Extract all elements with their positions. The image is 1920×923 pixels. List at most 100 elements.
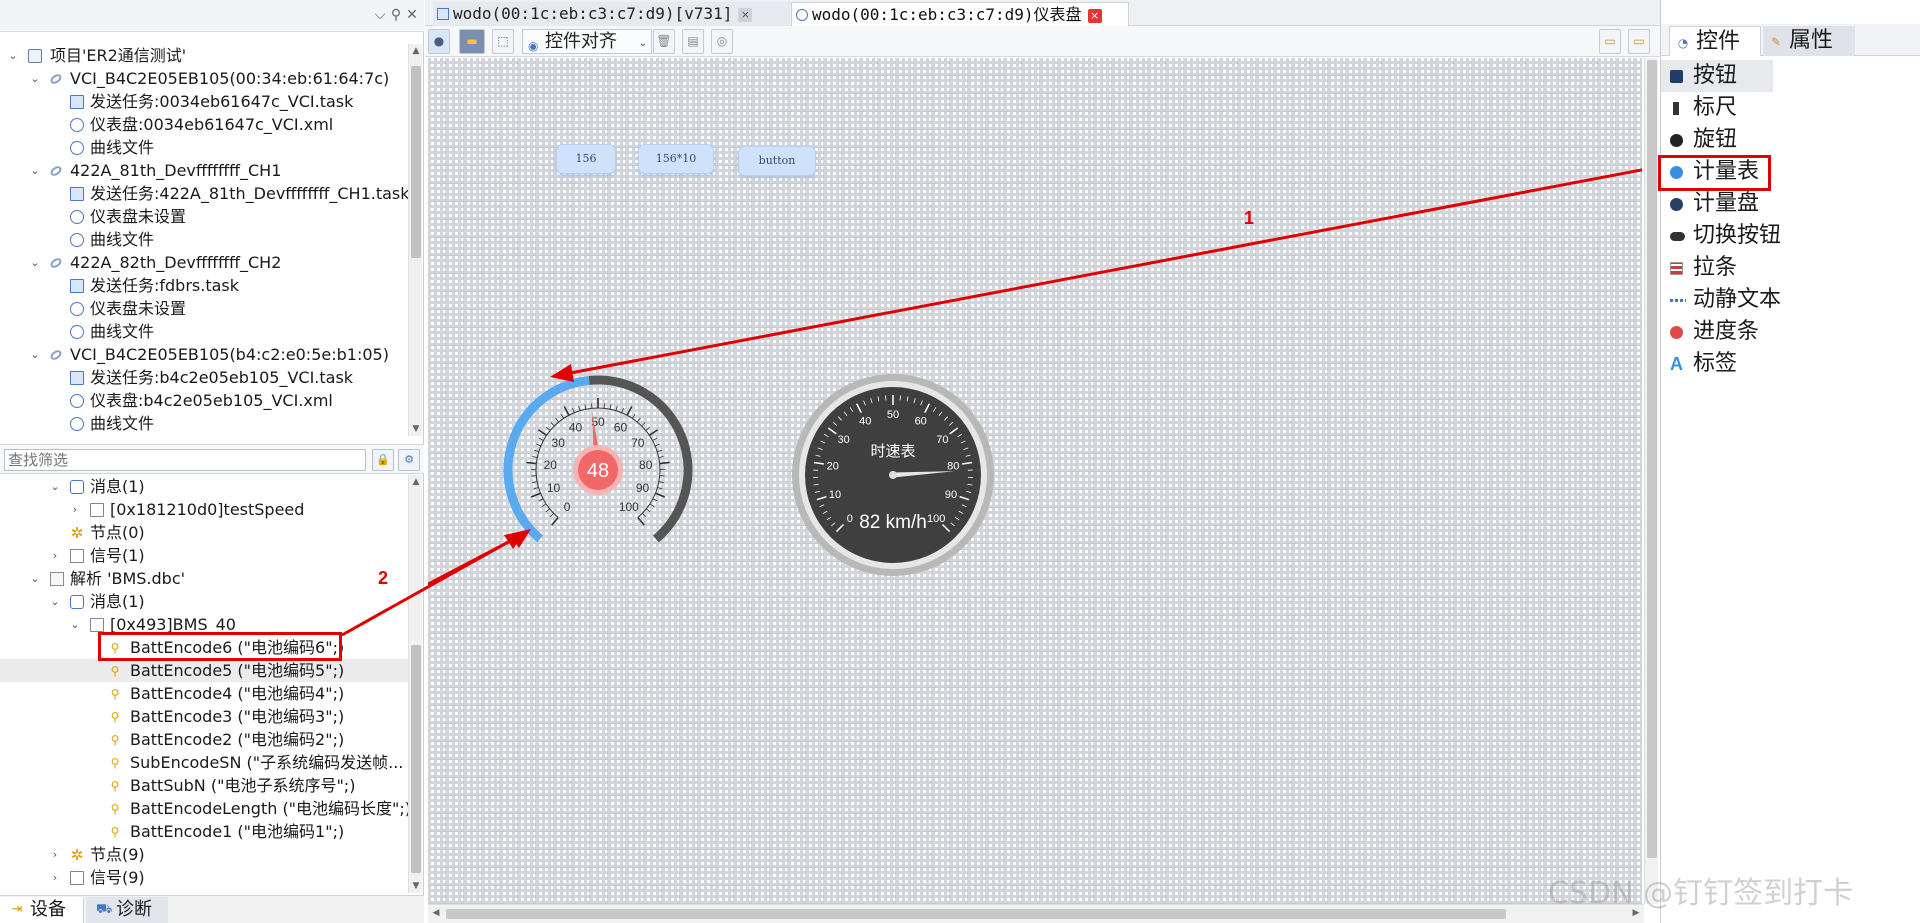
scroll-thumb[interactable] [1647,60,1657,858]
align-dropdown[interactable]: ◉ 控件对齐 ⌄ [522,29,652,54]
project-tree-scrollbar[interactable]: ▲ ▼ [408,44,422,436]
signal-row[interactable]: ⚲ BattEncode4 ("电池编码4";) [0,682,408,705]
save-icon[interactable]: ▤ [682,29,704,54]
tree-row[interactable]: 发送任务:b4c2e05eb105_VCI.task [0,366,408,389]
tab-device[interactable]: ⇥ 设备 [0,897,84,923]
expand-icon[interactable]: ⌄ [28,343,42,366]
control-label[interactable]: A 标签 [1661,348,1901,380]
tree-row[interactable]: ⌄ VCI_B4C2E05EB105(00:34:eb:61:64:7c) [0,67,408,90]
signal-icon: ⚲ [110,756,120,770]
control-progress[interactable]: 进度条 [1661,316,1901,348]
tree-row[interactable]: 发送任务:fdbrs.task [0,274,408,297]
tree-row[interactable]: ⌄ 422A_81th_Devffffffff_CH1 [0,159,408,182]
settings-icon[interactable]: ⚙ [398,449,420,471]
expand-icon[interactable]: ⌄ [28,251,42,274]
tree-row[interactable]: 曲线文件 [0,228,408,251]
tree-row[interactable]: ⌄ 422A_82th_Devffffffff_CH2 [0,251,408,274]
edit-mode-icon[interactable]: ▬ [459,29,485,54]
tree-row[interactable]: › [0x181210d0]testSpeed [0,498,408,521]
collapse-icon[interactable]: › [48,843,62,866]
tree-label: 曲线文件 [90,322,155,341]
close-icon[interactable]: × [1087,9,1102,23]
tree-row[interactable]: ⌄ 项目'ER2通信测试' [0,44,408,67]
signal-row[interactable]: ⚲ BattEncode3 ("电池编码3";) [0,705,408,728]
tree-row[interactable]: ⌄ 消息(1) [0,590,408,613]
tree-row[interactable]: › 信号(9) [0,866,408,889]
delete-icon[interactable]: 🗑 [653,29,675,54]
collapse-icon[interactable]: › [48,866,62,889]
scroll-thumb[interactable] [411,645,421,873]
scroll-down-icon[interactable]: ▼ [409,879,423,893]
control-toggle[interactable]: 切换按钮 [1661,220,1901,252]
signal-row[interactable]: ⚲ SubEncodeSN ("子系统编码发送帧... [0,751,408,774]
open-folder-icon[interactable]: ▭ [1599,29,1621,54]
preview-icon[interactable]: ◎ [711,29,733,54]
signal-row[interactable]: ⚲ BattSubN ("电池子系统序号";) [0,774,408,797]
signal-icon: ⚲ [110,733,120,747]
tree-row[interactable]: ✲ 节点(0) [0,521,408,544]
tree-row[interactable]: ⌄ 消息(1) [0,475,408,498]
tree-row[interactable]: 仪表盘未设置 [0,205,408,228]
signal-row[interactable]: ⚲ BattEncodeLength ("电池编码长度";) [0,797,408,820]
run-icon[interactable]: ● [428,29,450,54]
tab-properties[interactable]: ✎ 属性 [1763,26,1855,56]
signal-tree-scrollbar[interactable]: ▲ ▼ [408,475,422,893]
tree-row[interactable]: 仪表盘:0034eb61647c_VCI.xml [0,113,408,136]
expand-icon[interactable]: ⌄ [48,475,62,498]
dashboard-canvas[interactable]: 156 156*10 button 0 10 20 30 40 50 60 70 80 90 100… [428,58,1642,904]
tree-row[interactable]: 仪表盘未设置 [0,297,408,320]
canvas-vertical-scrollbar[interactable] [1644,58,1658,904]
message-icon [70,480,84,494]
export-icon[interactable]: ▭ [1628,29,1650,54]
tree-row[interactable]: ⌄ VCI_B4C2E05EB105(b4:c2:e0:5e:b1:05) [0,343,408,366]
tab-device-config[interactable]: wodo(00:1c:eb:c3:c7:d9)[v731] × [433,2,791,26]
collapse-icon[interactable]: › [68,498,82,521]
tree-row[interactable]: 仪表盘:b4c2e05eb105_VCI.xml [0,389,408,412]
tab-controls[interactable]: ◔ 控件 [1669,26,1761,56]
scroll-left-icon[interactable]: ◀ [430,908,442,918]
close-icon[interactable]: ✕ [404,7,420,23]
expand-icon[interactable]: ⌄ [28,67,42,90]
control-ruler[interactable]: 标尺 [1661,92,1901,124]
control-text[interactable]: 动静文本 [1661,284,1901,316]
scroll-down-icon[interactable]: ▼ [409,422,423,436]
signal-row[interactable]: ⚲ BattEncode5 ("电池编码5";) [0,659,408,682]
layout-icon[interactable]: ⬚ [492,29,514,54]
expand-icon[interactable]: ⌄ [28,159,42,182]
tree-row[interactable]: › 信号(1) [0,544,408,567]
tab-diagnosis[interactable]: ⛟ 诊断 [86,897,168,923]
control-slider[interactable]: 拉条 [1661,252,1901,284]
tree-label: 信号(1) [90,546,145,565]
tab-dashboard[interactable]: wodo(00:1c:eb:c3:c7:d9)仪表盘 × [791,2,1129,26]
tree-row[interactable]: 发送任务:0034eb61647c_VCI.task [0,90,408,113]
tree-row[interactable]: 曲线文件 [0,320,408,343]
dropdown-icon[interactable]: ⌵ [372,7,388,23]
signal-row[interactable]: ⚲ BattEncode2 ("电池编码2";) [0,728,408,751]
tree-row[interactable]: 曲线文件 [0,412,408,435]
tree-row[interactable]: ⌄ 解析 'BMS.dbc' [0,567,408,590]
control-button[interactable]: 按钮 [1661,60,1773,92]
node-icon: ✲ [70,524,84,542]
scroll-up-icon[interactable]: ▲ [409,475,423,489]
close-icon[interactable]: × [738,8,753,22]
dashboard-icon [70,118,84,132]
expand-icon[interactable]: ⌄ [68,613,82,636]
expand-icon[interactable]: ⌄ [28,567,42,590]
canvas-horizontal-scrollbar[interactable]: ◀ ▶ [428,904,1644,923]
signal-row[interactable]: ⚲ BattEncode1 ("电池编码1";) [0,820,408,843]
filter-input[interactable] [4,449,366,471]
tree-row[interactable]: › ✲ 节点(9) [0,843,408,866]
control-knob[interactable]: 旋钮 [1661,124,1901,156]
expand-icon[interactable]: ⌄ [6,44,20,67]
scroll-thumb[interactable] [411,66,421,258]
collapse-icon[interactable]: › [48,544,62,567]
tab-label: wodo(00:1c:eb:c3:c7:d9)[v731] [453,4,733,23]
expand-icon[interactable]: ⌄ [48,590,62,613]
tree-row[interactable]: 发送任务:422A_81th_Devffffffff_CH1.task [0,182,408,205]
tree-row[interactable]: 曲线文件 [0,136,408,159]
scroll-thumb[interactable] [446,909,1506,919]
control-dial[interactable]: 计量盘 [1661,188,1901,220]
scroll-up-icon[interactable]: ▲ [409,44,423,58]
pin-icon[interactable]: ⚲ [388,7,404,23]
lock-icon[interactable]: 🔒 [372,449,394,471]
